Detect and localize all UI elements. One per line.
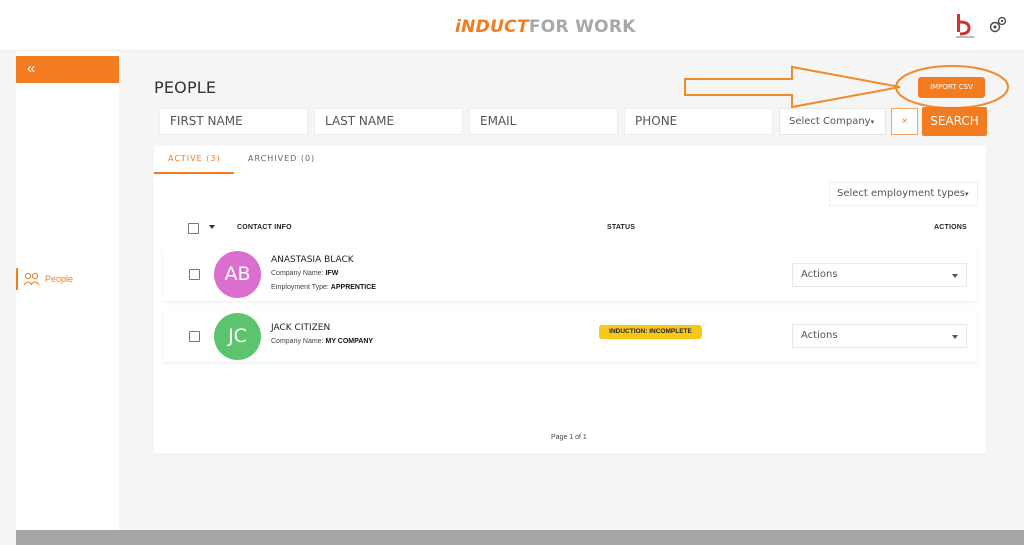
bulk-select-dropdown-icon[interactable] bbox=[209, 225, 215, 229]
actions-label: Actions bbox=[801, 330, 838, 341]
sidebar-item-label: People bbox=[45, 274, 74, 284]
header-actions: ACTIONS bbox=[934, 224, 967, 231]
page-title: PEOPLE bbox=[154, 78, 217, 97]
top-bar: iNDUCTFOR WORK bbox=[0, 0, 1024, 51]
active-tab-indicator bbox=[154, 172, 234, 174]
brand-logo-icon[interactable] bbox=[955, 14, 975, 40]
app-logo[interactable]: iNDUCTFOR WORK bbox=[455, 17, 636, 37]
people-icon bbox=[23, 272, 40, 286]
header-status: STATUS bbox=[607, 224, 636, 231]
first-name-field[interactable]: FIRST NAME bbox=[159, 108, 308, 135]
pagination-label: Page 1 of 1 bbox=[551, 434, 587, 441]
employment-line: Employment Type: APPRENTICE bbox=[271, 284, 376, 291]
table-row: JC JACK CITIZEN Company Name: MY COMPANY… bbox=[163, 310, 977, 362]
actions-select[interactable]: Actions bbox=[792, 263, 967, 287]
row-checkbox[interactable] bbox=[189, 269, 200, 280]
logo-text-induct: iNDUCT bbox=[455, 17, 529, 37]
contact-name: JACK CITIZEN bbox=[271, 323, 331, 333]
gear-icon[interactable] bbox=[988, 15, 1008, 35]
company-select[interactable]: Select Company▾ bbox=[779, 108, 886, 135]
employment-types-label: Select employment types bbox=[837, 188, 965, 199]
actions-select[interactable]: Actions bbox=[792, 324, 967, 348]
employment-types-select[interactable]: Select employment types▾ bbox=[829, 182, 978, 206]
company-select-label: Select Company bbox=[789, 116, 871, 127]
people-card: ACTIVE (3) ARCHIVED (0) Select employmen… bbox=[154, 146, 986, 453]
last-name-field[interactable]: LAST NAME bbox=[314, 108, 463, 135]
import-csv-button[interactable]: IMPORT CSV bbox=[918, 77, 985, 98]
company-value: MY COMPANY bbox=[325, 338, 374, 345]
clear-filters-button[interactable]: × bbox=[891, 108, 918, 135]
chevron-down-icon bbox=[952, 274, 958, 278]
chevron-down-icon: ▾ bbox=[870, 118, 875, 126]
sidebar-item-people[interactable]: People bbox=[16, 268, 119, 290]
select-all-checkbox[interactable] bbox=[188, 223, 199, 234]
actions-label: Actions bbox=[801, 269, 838, 280]
search-button[interactable]: SEARCH bbox=[922, 107, 987, 136]
employment-label: Employment Type: bbox=[271, 284, 329, 291]
company-label: Company Name: bbox=[271, 270, 324, 277]
contact-name: ANASTASIA BLACK bbox=[271, 255, 354, 265]
logo-text-for-work: FOR WORK bbox=[528, 17, 636, 37]
tab-active[interactable]: ACTIVE (3) bbox=[168, 154, 221, 163]
header-contact-info: CONTACT INFO bbox=[237, 224, 292, 231]
chevron-down-icon bbox=[952, 335, 958, 339]
email-field[interactable]: EMAIL bbox=[469, 108, 618, 135]
bottom-bar bbox=[16, 530, 1024, 545]
sidebar: « People bbox=[16, 51, 119, 530]
sidebar-collapse-button[interactable]: « bbox=[16, 56, 119, 83]
company-label: Company Name: bbox=[271, 338, 324, 345]
tab-archived[interactable]: ARCHIVED (0) bbox=[248, 154, 315, 163]
table-row: AB ANASTASIA BLACK Company Name: IFW Emp… bbox=[163, 249, 977, 301]
status-badge: INDUCTION: INCOMPLETE bbox=[599, 325, 702, 339]
row-checkbox[interactable] bbox=[189, 331, 200, 342]
avatar: AB bbox=[214, 251, 261, 298]
employment-value: APPRENTICE bbox=[330, 284, 376, 291]
phone-field[interactable]: PHONE bbox=[624, 108, 773, 135]
company-line: Company Name: IFW bbox=[271, 270, 338, 277]
chevron-down-icon: ▾ bbox=[964, 190, 969, 198]
avatar: JC bbox=[214, 313, 261, 360]
company-line: Company Name: MY COMPANY bbox=[271, 338, 373, 345]
company-value: IFW bbox=[325, 270, 339, 277]
